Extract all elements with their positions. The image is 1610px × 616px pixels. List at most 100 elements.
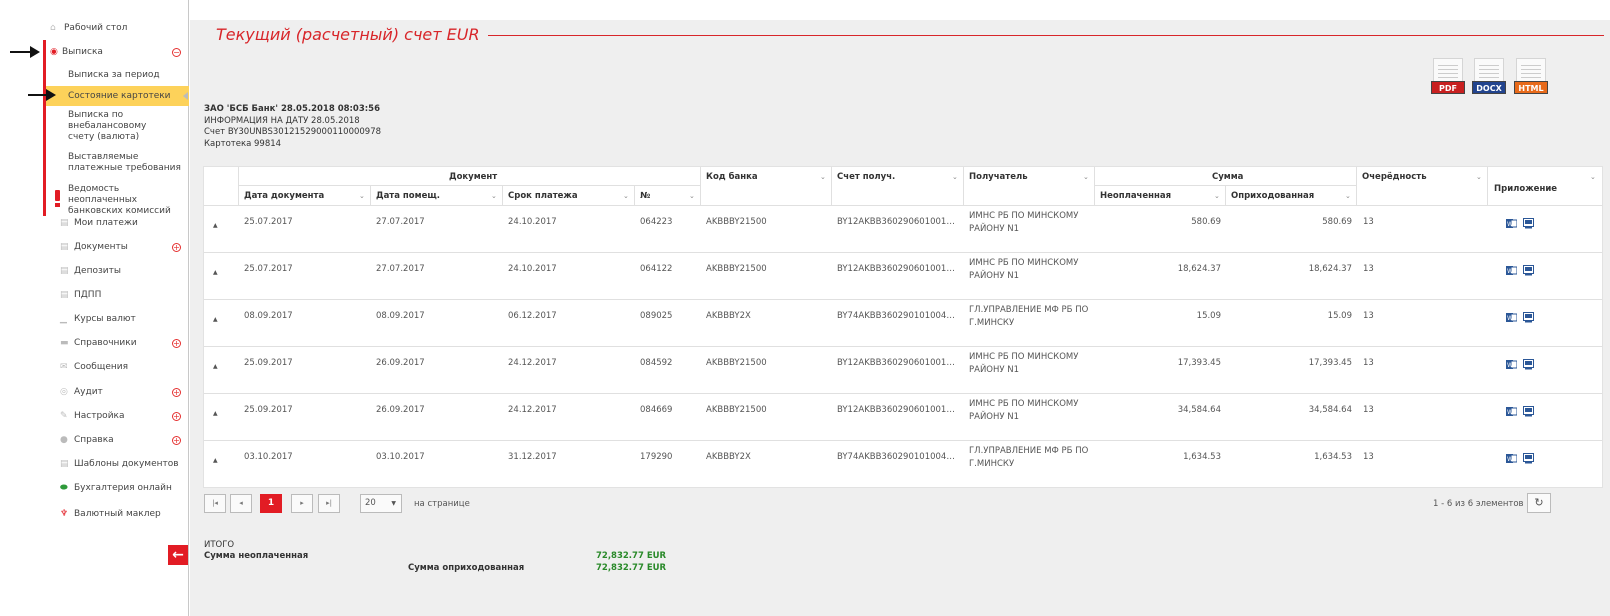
expand-row-icon[interactable]: ▲: [213, 269, 218, 276]
sidebar-item-directories[interactable]: ▬ Справочники: [60, 338, 137, 348]
expand-plus-icon[interactable]: +: [172, 339, 181, 348]
col-number[interactable]: №: [640, 191, 650, 201]
sidebar-item-messages[interactable]: ✉ Сообщения: [60, 362, 128, 372]
table-row[interactable]: ▲ 25.09.2017 26.09.2017 24.12.2017 084669 AKB…: [204, 393, 1602, 440]
chevron-down-icon[interactable]: ⌄: [623, 192, 629, 200]
sidebar-item-statement[interactable]: ◉ Выписка: [50, 47, 103, 57]
sidebar-item-help[interactable]: ● Справка: [60, 435, 114, 445]
submenu-item-offbalance-statement[interactable]: Выписка по внебалансовому счету (валюта): [44, 110, 174, 143]
chevron-down-icon[interactable]: ⌄: [1345, 192, 1351, 200]
first-page-button[interactable]: |◂: [204, 494, 226, 513]
warning-icon: [55, 190, 61, 208]
sidebar-item-label: Справочники: [74, 338, 137, 348]
submenu-item-period-statement[interactable]: Выписка за период: [44, 70, 189, 81]
file-icon: ▤: [60, 290, 69, 300]
export-html-button[interactable]: HTML: [1514, 58, 1548, 98]
expand-plus-icon[interactable]: +: [172, 412, 181, 421]
table-row[interactable]: ▲ 25.07.2017 27.07.2017 24.10.2017 064223 AKB…: [204, 205, 1602, 252]
print-preview-icon[interactable]: [1523, 312, 1534, 323]
word-document-icon[interactable]: W: [1506, 359, 1517, 370]
page-size-select[interactable]: 20 ▼: [360, 494, 402, 513]
col-recipient[interactable]: Получатель: [969, 172, 1028, 182]
print-preview-icon[interactable]: [1523, 406, 1534, 417]
sidebar-item-currency-broker[interactable]: ♆ Валютный маклер: [60, 509, 161, 519]
sidebar-item-settings[interactable]: ✎ Настройка: [60, 411, 125, 421]
print-preview-icon[interactable]: [1523, 265, 1534, 276]
chevron-down-icon[interactable]: ⌄: [1590, 173, 1596, 181]
expand-row-icon[interactable]: ▲: [213, 363, 218, 370]
col-doc-date[interactable]: Дата документа: [244, 191, 324, 201]
expand-plus-icon[interactable]: +: [172, 243, 181, 252]
chevron-down-icon[interactable]: ⌄: [1214, 192, 1220, 200]
doc-date-cell: 25.09.2017: [244, 358, 293, 368]
chevron-down-icon[interactable]: ⌄: [820, 173, 826, 181]
unpaid-cell: 34,584.64: [1177, 405, 1221, 415]
chevron-down-icon[interactable]: ⌄: [491, 192, 497, 200]
sidebar-item-my-payments[interactable]: ▤ Мои платежи: [60, 218, 138, 228]
table-row[interactable]: ▲ 03.10.2017 03.10.2017 31.12.2017 179290 AKB…: [204, 440, 1602, 487]
expand-row-icon[interactable]: ▲: [213, 222, 218, 229]
next-page-button[interactable]: ▸: [291, 494, 313, 513]
col-priority[interactable]: Очерёдность: [1362, 172, 1427, 182]
refresh-button[interactable]: ↻: [1527, 493, 1551, 513]
expand-row-icon[interactable]: ▲: [213, 410, 218, 417]
word-document-icon[interactable]: W: [1506, 265, 1517, 276]
word-document-icon[interactable]: W: [1506, 312, 1517, 323]
chevron-down-icon[interactable]: ⌄: [689, 192, 695, 200]
prev-page-button[interactable]: ◂: [230, 494, 252, 513]
col-recipient-account[interactable]: Счет получ.: [837, 172, 895, 182]
page-number-button[interactable]: 1: [260, 494, 282, 513]
col-placed-date[interactable]: Дата помещ.: [376, 191, 440, 201]
last-page-button[interactable]: ▸|: [318, 494, 340, 513]
submenu-item-unpaid-commissions[interactable]: Ведомость неоплаченных банковских комисс…: [44, 184, 189, 217]
account-cell: BY74AKBB3602901010043000...: [837, 452, 959, 462]
sidebar-item-pdpp[interactable]: ▤ ПДПП: [60, 290, 101, 300]
sidebar-item-doc-templates[interactable]: ▤ Шаблоны документов: [60, 459, 179, 469]
table-row[interactable]: ▲ 25.09.2017 26.09.2017 24.12.2017 084592 AKB…: [204, 346, 1602, 393]
bank-code-cell: AKBBBY21500: [706, 264, 767, 274]
print-preview-icon[interactable]: [1523, 453, 1534, 464]
collapse-minus-icon[interactable]: −: [172, 48, 181, 57]
chevron-down-icon[interactable]: ⌄: [1476, 173, 1482, 181]
print-preview-icon[interactable]: [1523, 359, 1534, 370]
expand-plus-icon[interactable]: +: [172, 436, 181, 445]
collapse-sidebar-button[interactable]: ←: [168, 545, 188, 565]
word-document-icon[interactable]: W: [1506, 406, 1517, 417]
print-preview-icon[interactable]: [1523, 218, 1534, 229]
mail-icon: ✉: [60, 362, 68, 372]
word-document-icon[interactable]: W: [1506, 453, 1517, 464]
col-received[interactable]: Оприходованная: [1231, 191, 1314, 201]
doc-date-cell: 03.10.2017: [244, 452, 293, 462]
unpaid-total-label: Сумма неоплаченная: [204, 551, 309, 561]
table-row[interactable]: ▲ 08.09.2017 08.09.2017 06.12.2017 089025 AKB…: [204, 299, 1602, 346]
word-document-icon[interactable]: W: [1506, 218, 1517, 229]
sidebar-item-desktop[interactable]: ⌂ Рабочий стол: [50, 23, 127, 33]
expand-row-icon[interactable]: ▲: [213, 457, 218, 464]
chevron-down-icon[interactable]: ⌄: [359, 192, 365, 200]
submenu-item-card-file-status[interactable]: Состояние картотеки: [44, 91, 189, 102]
table-row[interactable]: ▲ 25.07.2017 27.07.2017 24.10.2017 064122 AKB…: [204, 252, 1602, 299]
recipient-cell: ИМНС РБ ПО МИНСКОМУ РАЙОНУ N1: [969, 352, 1079, 375]
export-pdf-button[interactable]: PDF: [1431, 58, 1465, 98]
number-cell: 084592: [640, 358, 673, 368]
chevron-down-icon[interactable]: ⌄: [952, 173, 958, 181]
account-cell: BY12AKBB3602906010015600...: [837, 358, 959, 368]
expand-plus-icon[interactable]: +: [172, 388, 181, 397]
sidebar-item-deposits[interactable]: ▤ Депозиты: [60, 266, 121, 276]
sidebar-item-online-accounting[interactable]: ⬬ Бухгалтерия онлайн: [60, 483, 172, 493]
expand-row-icon[interactable]: ▲: [213, 316, 218, 323]
col-unpaid[interactable]: Неоплаченная: [1100, 191, 1171, 201]
page-size-value: 20: [365, 498, 376, 508]
submenu-item-payment-requests[interactable]: Выставляемые платежные требования: [44, 152, 189, 174]
col-bank-code[interactable]: Код банка: [706, 172, 758, 182]
sidebar-item-audit[interactable]: ◎ Аудит: [60, 387, 103, 397]
col-due-date[interactable]: Срок платежа: [508, 191, 578, 201]
received-total-value: 72,832.77 EUR: [596, 563, 667, 573]
export-docx-button[interactable]: DOCX: [1472, 58, 1506, 98]
sidebar-item-documents[interactable]: ▤ Документы: [60, 242, 128, 252]
pdf-label: PDF: [1431, 81, 1465, 94]
sidebar-item-label: Справка: [74, 435, 114, 445]
chevron-down-icon[interactable]: ⌄: [1083, 173, 1089, 181]
account-cell: BY74AKBB3602901010043000...: [837, 311, 959, 321]
sidebar-item-exchange-rates[interactable]: ▁ Курсы валют: [60, 314, 136, 324]
